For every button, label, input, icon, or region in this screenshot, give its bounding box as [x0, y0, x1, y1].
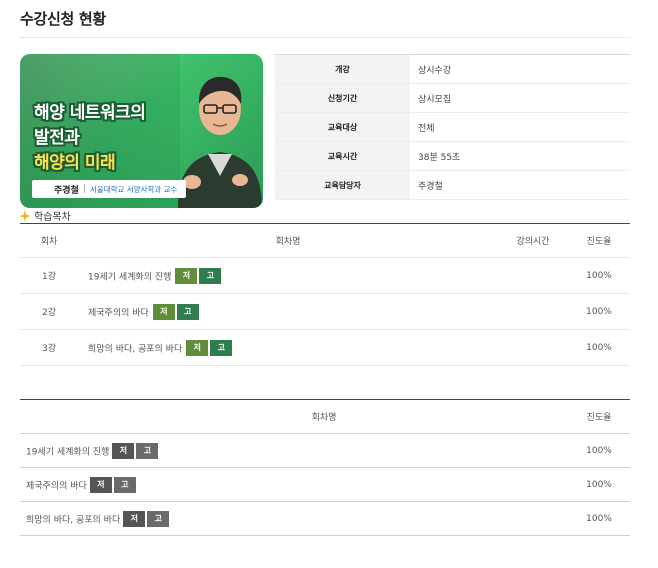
- info-row: 개강 상시수강: [275, 54, 630, 84]
- table-row: 2강 제국주의의 바다 저 고 100%: [20, 293, 630, 330]
- info-row: 교육시간 38분 55초: [275, 141, 630, 171]
- reference-button[interactable]: 고: [176, 303, 199, 320]
- info-key: 신청기간: [275, 83, 410, 113]
- toc-heading: 학습목차: [19, 208, 71, 223]
- info-key: 교육시간: [275, 141, 410, 171]
- lecture-note-button[interactable]: 저: [123, 510, 146, 527]
- reference-button[interactable]: 고: [210, 339, 233, 356]
- info-value: 주경철: [410, 170, 630, 200]
- reference-button[interactable]: 고: [199, 267, 222, 284]
- lesson-time: [498, 293, 568, 330]
- lesson-no: 2강: [20, 293, 78, 330]
- lesson-no: 3강: [20, 329, 78, 366]
- lesson-summary-table: 회차명 진도율 19세기 세계화의 진행 저 고 100% 제국주의의 바다 저 고 1…: [20, 399, 630, 536]
- lesson-title[interactable]: 희망의 바다, 공포의 바다: [26, 515, 120, 525]
- lesson-title-cell: 희망의 바다, 공포의 바다 저 고: [78, 329, 498, 366]
- col-header-progress: 진도율: [568, 399, 630, 434]
- caption-separator: |: [82, 184, 86, 194]
- table-header-row: 회차 회차명 강의시간 진도율: [20, 223, 630, 258]
- lesson-progress: 100%: [568, 293, 630, 330]
- lesson-table: 회차 회차명 강의시간 진도율 1강 19세기 세계화의 진행 저 고 100% 2…: [20, 223, 630, 366]
- info-key: 개강: [275, 54, 410, 84]
- thumbnail-title-line-1: 해양 네트워크의: [34, 103, 146, 123]
- lesson-title-cell: 제국주의의 바다 저 고: [20, 467, 568, 502]
- lecturer-affiliation: 서울대학교 서양사학과 교수: [89, 184, 178, 194]
- lesson-progress: 100%: [568, 467, 630, 502]
- lesson-no: 1강: [20, 257, 78, 294]
- thumbnail-title-line-2: 발전과: [34, 128, 80, 148]
- reference-button[interactable]: 고: [147, 510, 170, 527]
- table-row: 희망의 바다, 공포의 바다 저 고 100%: [20, 501, 630, 536]
- info-row: 신청기간 상시모집: [275, 83, 630, 113]
- lesson-progress: 100%: [568, 257, 630, 294]
- lecturer-name: 주경철: [54, 185, 79, 196]
- info-row: 교육담당자 주경철: [275, 170, 630, 200]
- lesson-title[interactable]: 제국주의의 바다: [88, 308, 149, 318]
- col-header-no: 회차: [20, 223, 78, 258]
- lesson-title-cell: 제국주의의 바다 저 고: [78, 293, 498, 330]
- table-header-row: 회차명 진도율: [20, 399, 630, 434]
- title-divider: [20, 37, 630, 38]
- col-header-title: 회차명: [78, 223, 498, 258]
- lecture-note-button[interactable]: 저: [186, 339, 209, 356]
- course-info-table: 개강 상시수강 신청기간 상시모집 교육대상 전체 교육시간 38분 55초 교…: [275, 54, 630, 200]
- toc-label: 학습목차: [34, 212, 71, 223]
- lesson-progress: 100%: [568, 433, 630, 468]
- lesson-title-cell: 희망의 바다, 공포의 바다 저 고: [20, 501, 568, 536]
- table-row: 3강 희망의 바다, 공포의 바다 저 고 100%: [20, 329, 630, 366]
- table-row: 1강 19세기 세계화의 진행 저 고 100%: [20, 257, 630, 294]
- info-value: 전체: [410, 112, 630, 142]
- table-row: 제국주의의 바다 저 고 100%: [20, 467, 630, 502]
- info-value: 상시수강: [410, 54, 630, 84]
- info-value: 38분 55초: [410, 141, 630, 171]
- info-key: 교육대상: [275, 112, 410, 142]
- lesson-title[interactable]: 제국주의의 바다: [26, 481, 87, 491]
- lecture-note-button[interactable]: 저: [112, 442, 135, 459]
- lesson-progress: 100%: [568, 329, 630, 366]
- lecture-note-button[interactable]: 저: [152, 303, 175, 320]
- col-header-progress: 진도율: [568, 223, 630, 258]
- reference-button[interactable]: 고: [136, 442, 159, 459]
- info-value: 상시모집: [410, 83, 630, 113]
- table-row: 19세기 세계화의 진행 저 고 100%: [20, 433, 630, 468]
- lesson-title-cell: 19세기 세계화의 진행 저 고: [78, 257, 498, 294]
- lesson-progress: 100%: [568, 501, 630, 536]
- lecturer-caption: 주경철 | 서울대학교 서양사학과 교수: [32, 180, 186, 198]
- info-key: 교육담당자: [275, 170, 410, 200]
- reference-button[interactable]: 고: [113, 476, 136, 493]
- lecture-note-button[interactable]: 저: [89, 476, 112, 493]
- lesson-time: [498, 329, 568, 366]
- info-row: 교육대상 전체: [275, 112, 630, 142]
- lesson-title[interactable]: 19세기 세계화의 진행: [26, 447, 109, 457]
- lesson-title[interactable]: 희망의 바다, 공포의 바다: [88, 344, 182, 354]
- sparkle-icon: [19, 209, 31, 222]
- lesson-title-cell: 19세기 세계화의 진행 저 고: [20, 433, 568, 468]
- col-header-title: 회차명: [20, 399, 568, 434]
- page-title: 수강신청 현황: [20, 10, 106, 28]
- lesson-title[interactable]: 19세기 세계화의 진행: [88, 272, 171, 282]
- lesson-time: [498, 257, 568, 294]
- col-header-time: 강의시간: [498, 223, 568, 258]
- lecture-note-button[interactable]: 저: [175, 267, 198, 284]
- thumbnail-title-line-3: 해양의 미래: [34, 153, 116, 173]
